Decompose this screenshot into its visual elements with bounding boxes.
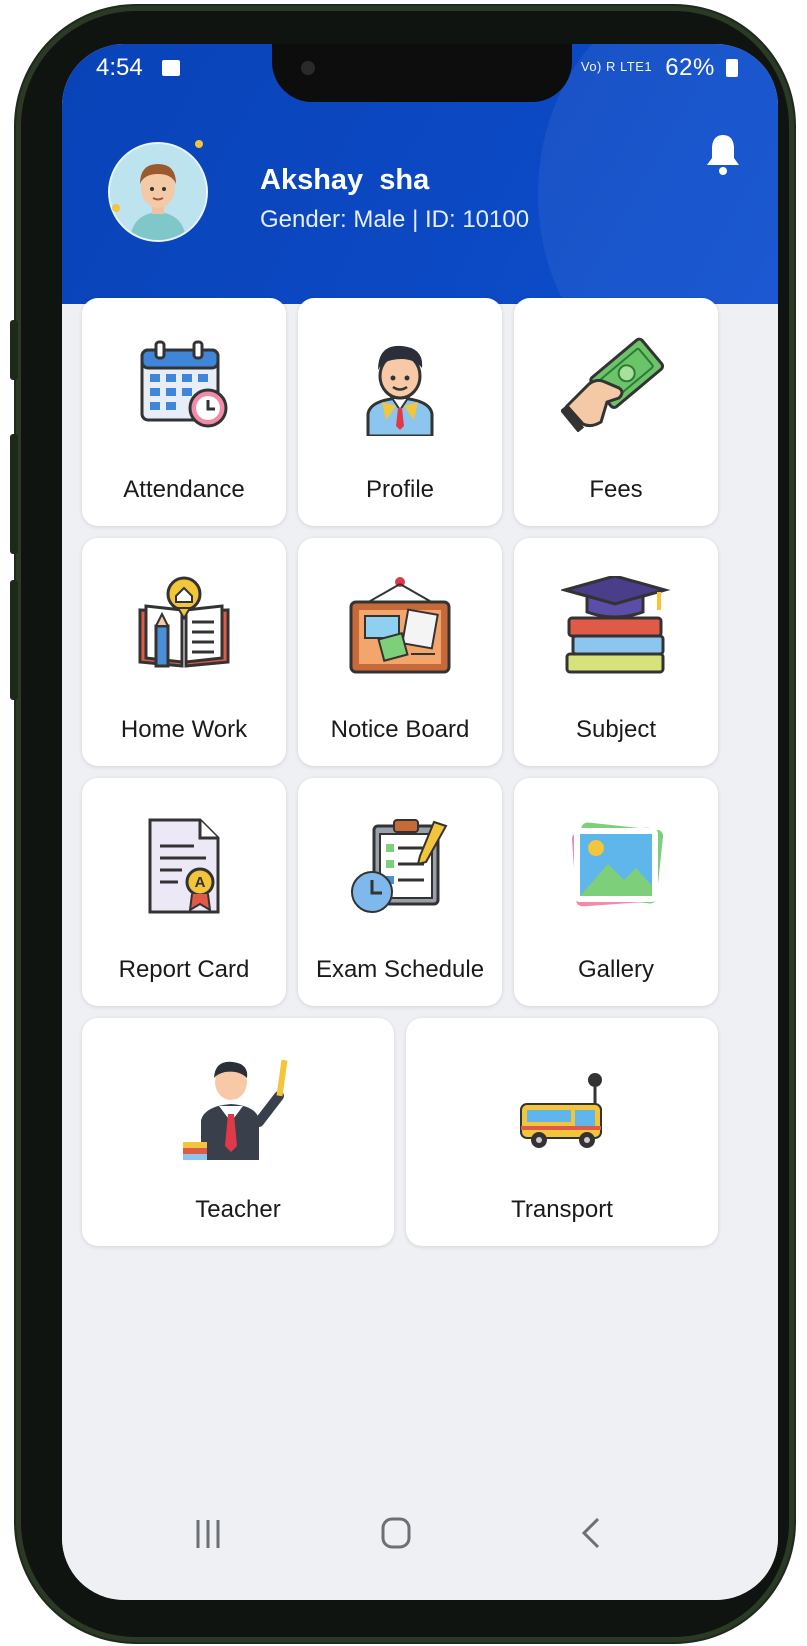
student-name: Akshay sha	[260, 164, 430, 196]
menu-label: Transport	[511, 1196, 613, 1223]
profile-header: 4:54 Vo) R LTE1 62% Akshay sha Gender: M…	[62, 44, 778, 304]
menu-item-gallery[interactable]: Gallery	[514, 778, 718, 1006]
avatar[interactable]	[108, 142, 208, 242]
notice-board-icon	[349, 577, 451, 674]
bell-icon[interactable]	[704, 132, 742, 176]
school-bus-icon	[520, 1073, 602, 1148]
menu-label: Home Work	[120, 716, 248, 743]
menu-item-exam-schedule[interactable]: Exam Schedule	[298, 778, 502, 1006]
menu-item-home-work[interactable]: Home Work	[82, 538, 286, 766]
menu-label: Exam Schedule	[315, 956, 485, 983]
menu-label: Subject	[575, 716, 657, 743]
volume-button-2	[10, 434, 18, 554]
menu-label: Gallery	[577, 956, 655, 983]
app-screen: 4:54 Vo) R LTE1 62% Akshay sha Gender: M…	[62, 44, 778, 1600]
home-icon[interactable]	[366, 1510, 426, 1556]
gallery-icon	[571, 822, 664, 907]
menu-label: Notice Board	[330, 716, 470, 743]
menu-item-report-card[interactable]: A Report Card	[82, 778, 286, 1006]
power-button	[10, 580, 18, 700]
books-cap-icon	[561, 576, 671, 674]
menu-label: Profile	[365, 476, 435, 503]
signal-icon: Vo) R LTE1	[580, 59, 653, 74]
homework-book-icon	[138, 576, 230, 668]
notification-icon	[162, 60, 180, 76]
volume-button	[10, 320, 18, 380]
menu-label: Fees	[589, 476, 643, 503]
money-hand-icon	[561, 337, 665, 432]
system-nav-bar	[62, 1470, 778, 1600]
menu-item-fees[interactable]: Fees	[514, 298, 718, 526]
report-card-icon: A	[148, 818, 220, 914]
menu-label: Report Card	[118, 956, 250, 983]
battery-level: 62%	[665, 54, 715, 81]
status-indicators: Vo) R LTE1 62%	[581, 54, 738, 82]
menu-item-transport[interactable]: Transport	[406, 1018, 718, 1246]
menu-label: Attendance	[123, 476, 245, 503]
back-icon[interactable]	[562, 1510, 622, 1556]
status-time: 4:54	[96, 54, 143, 81]
menu-label: Teacher	[195, 1196, 281, 1223]
menu-item-teacher[interactable]: Teacher	[82, 1018, 394, 1246]
camera-notch	[272, 44, 572, 102]
menu-item-notice-board[interactable]: Notice Board	[298, 538, 502, 766]
menu-item-subject[interactable]: Subject	[514, 538, 718, 766]
student-icon	[366, 345, 434, 436]
exam-schedule-icon	[351, 819, 448, 913]
battery-icon	[726, 59, 738, 77]
camera-icon	[301, 61, 315, 75]
student-meta: Gender: Male | ID: 10100	[260, 206, 530, 233]
teacher-icon	[183, 1059, 288, 1160]
recent-apps-icon[interactable]	[178, 1510, 238, 1556]
menu-item-profile[interactable]: Profile	[298, 298, 502, 526]
svg-text:A: A	[195, 874, 206, 891]
calendar-clock-icon	[140, 340, 228, 428]
menu-item-attendance[interactable]: Attendance	[82, 298, 286, 526]
